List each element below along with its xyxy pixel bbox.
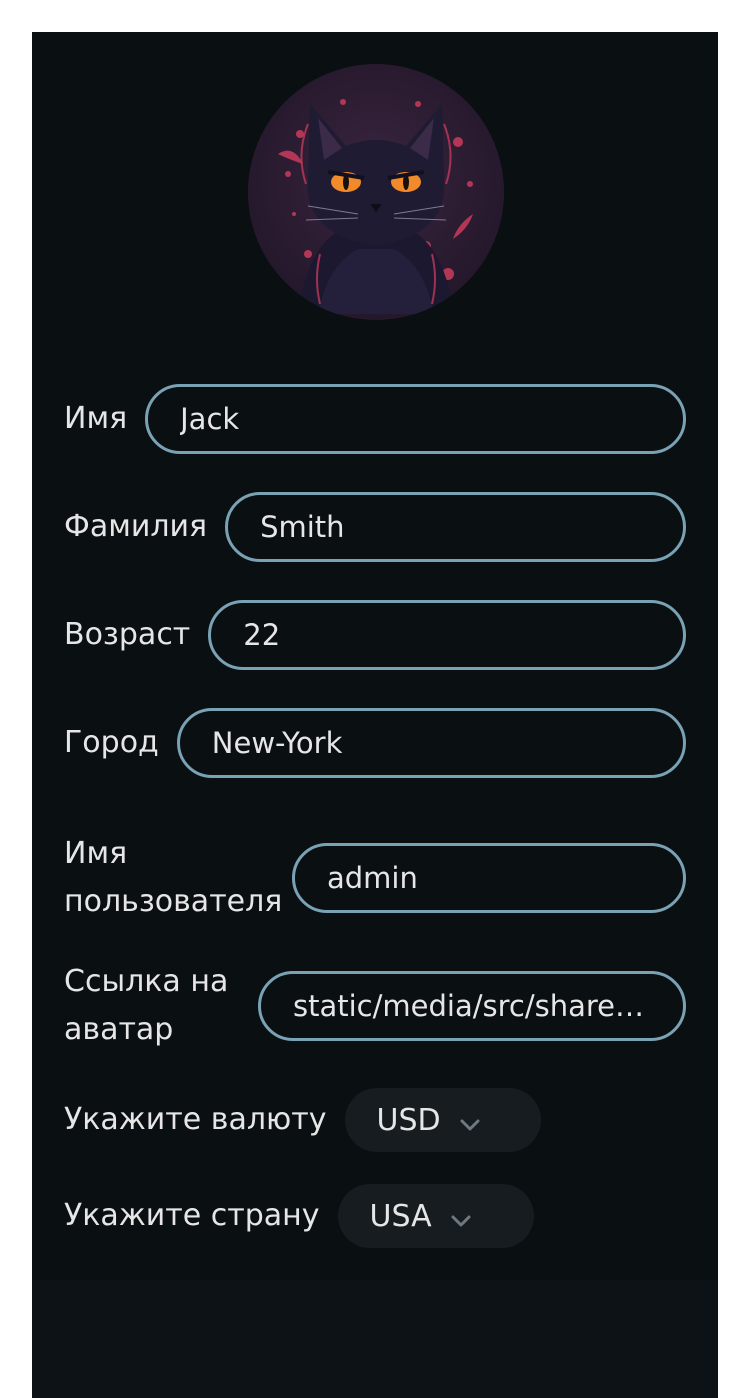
country-label: Укажите страну bbox=[64, 1198, 320, 1233]
city-row: Город bbox=[64, 708, 686, 778]
first-name-input[interactable] bbox=[145, 384, 686, 454]
currency-value: USD bbox=[376, 1102, 441, 1138]
avatar-link-input[interactable] bbox=[258, 971, 686, 1041]
country-select[interactable]: USA bbox=[337, 1184, 534, 1248]
currency-label: Укажите валюту bbox=[64, 1102, 327, 1137]
age-input[interactable] bbox=[208, 600, 686, 670]
chevron-down-icon bbox=[459, 1109, 481, 1131]
chevron-down-icon bbox=[450, 1205, 472, 1227]
first-name-row: Имя bbox=[64, 384, 686, 454]
currency-row: Укажите валюту USD bbox=[64, 1088, 686, 1152]
first-name-label: Имя bbox=[64, 401, 128, 436]
last-name-row: Фамилия bbox=[64, 492, 686, 562]
age-row: Возраст bbox=[64, 600, 686, 670]
avatar-link-label: Ссылка на аватар bbox=[64, 964, 229, 1047]
country-row: Укажите страну USA bbox=[64, 1184, 686, 1248]
city-input[interactable] bbox=[176, 708, 686, 778]
age-label: Возраст bbox=[64, 617, 191, 652]
country-value: USA bbox=[369, 1198, 432, 1234]
last-name-label: Фамилия bbox=[64, 509, 208, 544]
currency-select[interactable]: USD bbox=[344, 1088, 541, 1152]
avatar-link-row: Ссылка на аватар bbox=[64, 958, 686, 1054]
profile-card-footer bbox=[32, 1280, 718, 1398]
cat-avatar-icon bbox=[248, 64, 504, 320]
city-label: Город bbox=[64, 725, 159, 760]
username-label: Имя пользователя bbox=[64, 836, 283, 919]
username-input[interactable] bbox=[292, 843, 686, 913]
last-name-input[interactable] bbox=[225, 492, 686, 562]
username-row: Имя пользователя bbox=[64, 830, 686, 926]
